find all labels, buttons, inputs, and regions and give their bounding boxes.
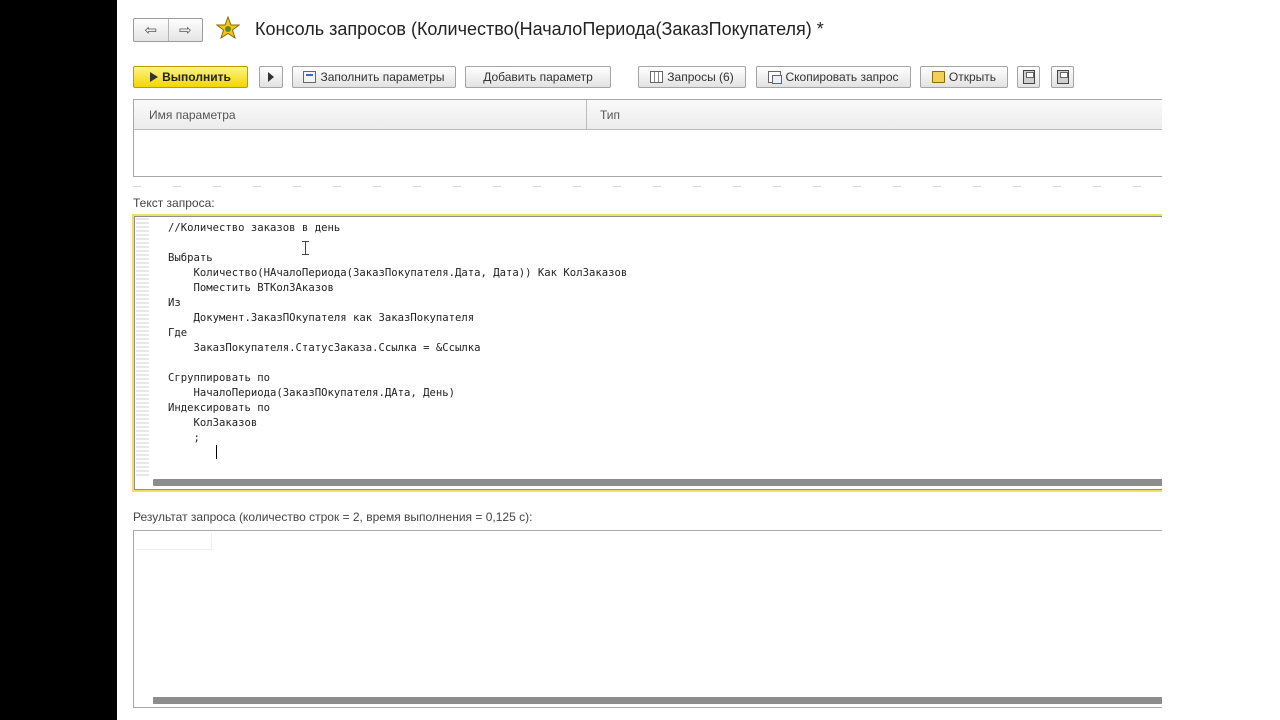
query-code[interactable]: //Количество заказов в день Выбрать Коли… <box>168 221 627 446</box>
query-text-editor[interactable]: //Количество заказов в день Выбрать Коли… <box>132 214 1162 492</box>
pane-splitter[interactable] <box>133 186 1162 187</box>
fill-parameters-icon <box>303 71 317 83</box>
open-button-label: Открыть <box>948 70 997 84</box>
column-header-type[interactable]: Тип <box>600 108 620 122</box>
open-folder-icon <box>931 71 945 83</box>
queries-label: Запросы (6) <box>667 70 734 84</box>
parameters-table[interactable]: Имя параметра Тип <box>133 99 1162 177</box>
copy-query-label: Скопировать запрос <box>785 70 899 84</box>
queries-icon <box>650 71 664 83</box>
query-console-window: ⇦ ⇨ Консоль запросов (Количество(НачалоП… <box>117 0 1162 720</box>
open-button[interactable]: Открыть <box>920 66 1008 88</box>
parameters-table-header: Имя параметра Тип <box>134 100 1162 130</box>
fill-parameters-label: Заполнить параметры <box>320 70 445 84</box>
editor-horizontal-scrollbar[interactable] <box>153 479 1162 486</box>
add-parameter-button[interactable]: Добавить параметр <box>465 66 611 88</box>
result-horizontal-scrollbar[interactable] <box>153 697 1162 704</box>
mouse-ibeam-cursor <box>302 241 309 255</box>
step-run-icon <box>268 72 274 82</box>
run-button-label: Выполнить <box>162 70 231 84</box>
run-button[interactable]: Выполнить <box>133 66 248 88</box>
step-run-button[interactable] <box>259 66 283 88</box>
query-editor-frame: //Количество заказов в день Выбрать Коли… <box>134 216 1162 490</box>
fill-parameters-button[interactable]: Заполнить параметры <box>292 66 456 88</box>
copy-query-icon <box>768 71 783 84</box>
column-header-param-name[interactable]: Имя параметра <box>149 108 236 122</box>
add-parameter-label: Добавить параметр <box>483 70 593 84</box>
editor-gutter <box>136 218 149 477</box>
query-text-label: Текст запроса: <box>133 196 215 210</box>
save-as-button[interactable] <box>1051 66 1074 88</box>
text-caret <box>216 445 217 459</box>
result-table[interactable] <box>133 530 1162 708</box>
result-label: Результат запроса (количество строк = 2,… <box>133 510 533 524</box>
window-title: Консоль запросов (Количество(НачалоПерио… <box>255 19 824 39</box>
back-arrow-icon[interactable]: ⇦ <box>134 19 168 41</box>
save-disk-icon <box>1022 70 1035 84</box>
save-as-disk-icon <box>1056 70 1069 84</box>
column-divider[interactable] <box>586 100 587 129</box>
copy-query-button[interactable]: Скопировать запрос <box>756 66 911 88</box>
history-nav: ⇦ ⇨ <box>133 18 203 42</box>
favorite-star-icon[interactable] <box>215 14 241 42</box>
queries-button[interactable]: Запросы (6) <box>638 66 746 88</box>
run-icon <box>150 72 159 82</box>
save-button[interactable] <box>1017 66 1040 88</box>
result-cell[interactable] <box>136 533 212 550</box>
forward-arrow-icon[interactable]: ⇨ <box>167 19 203 41</box>
desktop-background <box>1162 0 1280 720</box>
